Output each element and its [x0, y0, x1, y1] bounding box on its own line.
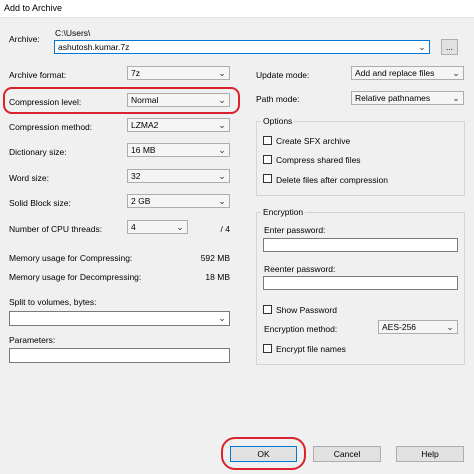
- compression-method-value: LZMA2: [131, 120, 159, 130]
- split-volumes-label: Split to volumes, bytes:: [9, 297, 97, 307]
- compression-method-label: Compression method:: [9, 122, 93, 132]
- mem-compress-value: 592 MB: [200, 253, 230, 263]
- cpu-threads-value: 4: [131, 222, 136, 232]
- title-bar: Add to Archive: [0, 0, 474, 18]
- path-mode-combo[interactable]: Relative pathnames ⌄: [351, 91, 464, 105]
- delete-after-checkbox[interactable]: [263, 174, 272, 183]
- archive-name-value: ashutosh.kumar.7z: [58, 42, 130, 52]
- parameters-input[interactable]: [9, 348, 230, 363]
- chevron-down-icon[interactable]: ⌄: [217, 119, 227, 131]
- create-sfx-checkbox[interactable]: [263, 136, 272, 145]
- solid-block-size-value: 2 GB: [131, 196, 151, 206]
- enter-password-label: Enter password:: [264, 225, 326, 235]
- cpu-threads-label: Number of CPU threads:: [9, 224, 103, 234]
- archive-format-combo[interactable]: 7z ⌄: [127, 66, 230, 80]
- options-group-title: Options: [261, 116, 295, 126]
- update-mode-value: Add and replace files: [355, 68, 435, 78]
- encryption-method-value: AES-256: [382, 322, 417, 332]
- word-size-combo[interactable]: 32 ⌄: [127, 169, 230, 183]
- chevron-down-icon[interactable]: ⌄: [451, 67, 461, 79]
- encryption-method-combo[interactable]: AES-256 ⌄: [378, 320, 458, 334]
- show-password-label: Show Password: [276, 305, 337, 315]
- path-mode-value: Relative pathnames: [355, 93, 431, 103]
- cancel-button[interactable]: Cancel: [313, 446, 381, 462]
- archive-format-label: Archive format:: [9, 70, 67, 80]
- chevron-down-icon[interactable]: ⌄: [217, 312, 227, 324]
- help-button[interactable]: Help: [396, 446, 464, 462]
- reenter-password-label: Reenter password:: [264, 264, 336, 274]
- encrypt-names-checkbox[interactable]: [263, 344, 272, 353]
- highlight-oval-ok: [221, 437, 306, 470]
- delete-after-label: Delete files after compression: [276, 175, 388, 185]
- dictionary-size-value: 16 MB: [131, 145, 156, 155]
- word-size-label: Word size:: [9, 173, 49, 183]
- solid-block-size-combo[interactable]: 2 GB ⌄: [127, 194, 230, 208]
- browse-button[interactable]: ...: [441, 39, 458, 55]
- dictionary-size-combo[interactable]: 16 MB ⌄: [127, 143, 230, 157]
- chevron-down-icon[interactable]: ⌄: [445, 321, 455, 333]
- show-password-checkbox[interactable]: [263, 305, 272, 314]
- mem-decompress-value: 18 MB: [205, 272, 230, 282]
- solid-block-size-label: Solid Block size:: [9, 198, 71, 208]
- chevron-down-icon[interactable]: ⌄: [417, 41, 427, 53]
- encryption-method-label: Encryption method:: [264, 324, 338, 334]
- path-mode-label: Path mode:: [256, 94, 300, 104]
- cpu-threads-max: / 4: [220, 224, 230, 234]
- archive-label: Archive:: [9, 34, 40, 44]
- highlight-oval-compression-level: [3, 87, 240, 114]
- update-mode-label: Update mode:: [256, 70, 310, 80]
- encrypt-names-label: Encrypt file names: [276, 344, 346, 354]
- cpu-threads-combo[interactable]: 4 ⌄: [127, 220, 188, 234]
- archive-format-value: 7z: [131, 68, 140, 78]
- split-volumes-combo[interactable]: ⌄: [9, 311, 230, 326]
- dictionary-size-label: Dictionary size:: [9, 147, 67, 157]
- chevron-down-icon[interactable]: ⌄: [451, 92, 461, 104]
- parameters-label: Parameters:: [9, 335, 56, 345]
- encryption-group-title: Encryption: [261, 207, 306, 217]
- enter-password-input[interactable]: [263, 238, 458, 252]
- chevron-down-icon[interactable]: ⌄: [217, 195, 227, 207]
- archive-path: C:\Users\: [55, 28, 91, 38]
- reenter-password-input[interactable]: [263, 276, 458, 290]
- update-mode-combo[interactable]: Add and replace files ⌄: [351, 66, 464, 80]
- word-size-value: 32: [131, 171, 141, 181]
- compress-shared-label: Compress shared files: [276, 155, 361, 165]
- chevron-down-icon[interactable]: ⌄: [217, 67, 227, 79]
- archive-name-combo[interactable]: ashutosh.kumar.7z ⌄: [54, 40, 430, 54]
- mem-compress-label: Memory usage for Compressing:: [9, 253, 133, 263]
- create-sfx-label: Create SFX archive: [276, 136, 351, 146]
- chevron-down-icon[interactable]: ⌄: [217, 144, 227, 156]
- chevron-down-icon[interactable]: ⌄: [175, 221, 185, 233]
- chevron-down-icon[interactable]: ⌄: [217, 170, 227, 182]
- compression-method-combo[interactable]: LZMA2 ⌄: [127, 118, 230, 132]
- compress-shared-checkbox[interactable]: [263, 155, 272, 164]
- window-title: Add to Archive: [4, 3, 63, 13]
- mem-decompress-label: Memory usage for Decompressing:: [9, 272, 142, 282]
